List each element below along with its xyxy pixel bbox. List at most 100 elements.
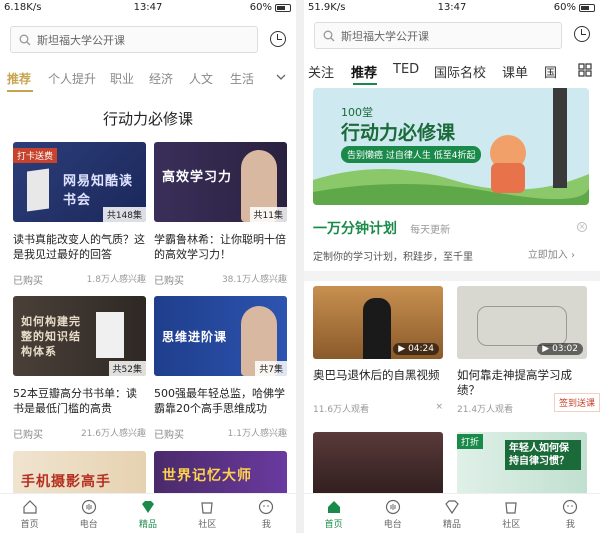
plan-title: 一万分钟计划 — [313, 221, 397, 237]
search-input[interactable]: 斯坦福大学公开课 — [314, 22, 562, 49]
video-card[interactable]: ▶ 04:24 奥巴马退休后的自黑视频 11.6万人观看 × — [313, 286, 443, 415]
category-tabs: 推荐 个人提升 职业 经济 人文 生活 — [0, 66, 296, 94]
course-title: 500强最年轻总监，哈佛学霸靠20个高手思维成功 — [154, 387, 285, 415]
purchased-label: 已购买 — [13, 276, 43, 287]
course-title: 读书真能改变人的气质？这是我见过最好的回答 — [13, 233, 145, 261]
episode-count: 共148集 — [102, 207, 146, 222]
episode-count: 共7集 — [255, 361, 287, 376]
course-title: 52本豆瓣高分书书单：读书是最低门槛的高贵 — [13, 387, 137, 415]
nav-premium[interactable]: 精品 — [422, 494, 481, 533]
book-illustration — [96, 312, 124, 358]
close-icon[interactable]: × — [577, 222, 587, 232]
radio-icon — [81, 499, 96, 515]
interest-count: 38.1万人感兴趣 — [221, 275, 287, 285]
interest-count: 1.1万人感兴趣 — [227, 429, 287, 439]
home-icon — [327, 501, 340, 513]
tab-economy[interactable]: 经济 — [149, 70, 173, 87]
nav-home[interactable]: 首页 — [304, 494, 363, 533]
tab-indicator — [353, 83, 377, 85]
duration-badge: ▶ 04:24 — [393, 343, 439, 355]
banner-title: 行动力必修课 — [341, 122, 456, 144]
tab-life[interactable]: 生活 — [230, 70, 254, 87]
nav-community[interactable]: 社区 — [178, 494, 237, 533]
video-thumbnail: ▶ 04:24 — [313, 286, 443, 359]
tab-universities[interactable]: 国际名校 — [434, 62, 486, 81]
screen-right: 51.9K/s 13:47 60% 斯坦福大学公开课 关注 推荐 TED 国际名… — [304, 0, 600, 533]
search-icon — [323, 30, 335, 41]
promo-banner[interactable]: 100堂 行动力必修课 告别懒癌 过自律人生 低至4折起 — [313, 88, 589, 205]
section-title: 行动力必修课 — [102, 110, 193, 128]
tab-recommend[interactable]: 推荐 — [7, 70, 31, 87]
checkin-button[interactable]: 签到送课 — [553, 393, 600, 412]
purchased-label: 已购买 — [13, 430, 43, 441]
tab-humanities[interactable]: 人文 — [189, 70, 213, 87]
course-cover: 高效学习力 共11集 — [154, 142, 287, 222]
tab-more[interactable]: 国 — [544, 62, 557, 81]
search-placeholder: 斯坦福大学公开课 — [341, 29, 429, 43]
radio-icon — [385, 499, 400, 515]
view-count: 21.4万人观看 — [457, 405, 514, 415]
purchased-label: 已购买 — [154, 276, 184, 287]
course-cover: 思维进阶课 共7集 — [154, 296, 287, 376]
badge: 打卡送费 — [13, 148, 58, 163]
screen-left: 6.18K/s 13:47 60% 斯坦福大学公开课 推荐 个人提升 职业 经济… — [0, 0, 296, 533]
banner-subtitle: 告别懒癌 过自律人生 低至4折起 — [341, 146, 482, 163]
nav-me[interactable]: 我 — [237, 494, 296, 533]
diamond-icon — [445, 500, 459, 515]
nav-radio[interactable]: 电台 — [363, 494, 422, 533]
search-placeholder: 斯坦福大学公开课 — [37, 33, 125, 47]
join-button[interactable]: 立即加入 › — [528, 246, 575, 261]
book-illustration — [27, 168, 49, 212]
nav-radio[interactable]: 电台 — [59, 494, 118, 533]
face-icon — [259, 499, 274, 515]
badge: 打折 — [457, 434, 484, 449]
dismiss-icon[interactable]: × — [435, 402, 443, 415]
course-card[interactable]: 打卡送费 网易知酷读书会 共148集 读书真能改变人的气质？这是我见过最好的回答… — [13, 142, 146, 287]
nav-premium[interactable]: 精品 — [118, 494, 177, 533]
battery-icon — [579, 3, 595, 12]
battery-percent: 60% — [249, 2, 272, 13]
episode-count: 共52集 — [108, 361, 146, 376]
section-divider — [304, 271, 600, 281]
cup-icon — [201, 502, 213, 514]
category-tabs: 关注 推荐 TED 国际名校 课单 国 — [304, 62, 600, 90]
tab-indicator — [7, 90, 33, 92]
tab-ted[interactable]: TED — [393, 62, 419, 77]
course-card[interactable]: 如何构建完整的知识结构体系 共52集 52本豆瓣高分书书单：读书是最低门槛的高贵… — [13, 296, 146, 441]
battery-percent: 60% — [553, 2, 576, 13]
tab-career[interactable]: 职业 — [110, 70, 134, 87]
plan-subtitle: 每天更新 — [410, 225, 451, 236]
diamond-icon — [142, 501, 154, 513]
history-icon[interactable] — [574, 26, 590, 42]
study-plan[interactable]: 一万分钟计划 每天更新 定制你的学习计划，积跬步，至千里 立即加入 › × — [313, 218, 589, 263]
view-count: 11.6万人观看 — [313, 405, 370, 415]
episode-count: 共11集 — [249, 207, 287, 222]
course-cover: 打卡送费 网易知酷读书会 共148集 — [13, 142, 146, 222]
search-input[interactable]: 斯坦福大学公开课 — [10, 26, 258, 53]
tab-recommend[interactable]: 推荐 — [351, 62, 377, 81]
tab-personal[interactable]: 个人提升 — [48, 70, 96, 87]
purchased-label: 已购买 — [154, 430, 184, 441]
bottom-nav: 首页 电台 精品 社区 我 — [0, 493, 296, 533]
nav-community[interactable]: 社区 — [482, 494, 541, 533]
tab-playlists[interactable]: 课单 — [502, 62, 528, 81]
course-card[interactable]: 高效学习力 共11集 学霸鲁林希：让你聪明十倍的高效学习力！ 已购买 38.1万人… — [154, 142, 287, 287]
grid-icon[interactable] — [578, 63, 592, 77]
duration-badge: ▶ 03:02 — [537, 343, 583, 355]
face-icon — [563, 499, 578, 515]
course-title: 学霸鲁林希：让你聪明十倍的高效学习力！ — [154, 233, 286, 261]
chevron-down-icon[interactable] — [276, 73, 286, 81]
tab-follow[interactable]: 关注 — [308, 62, 334, 81]
status-bar: 51.9K/s 13:47 60% — [304, 0, 600, 16]
nav-me[interactable]: 我 — [541, 494, 600, 533]
divider — [296, 0, 304, 533]
nav-home[interactable]: 首页 — [0, 494, 59, 533]
history-icon[interactable] — [270, 31, 286, 47]
course-card[interactable]: 思维进阶课 共7集 500强最年轻总监，哈佛学霸靠20个高手思维成功 已购买 1.… — [154, 296, 287, 441]
status-bar: 6.18K/s 13:47 60% — [0, 0, 296, 16]
search-icon — [19, 34, 31, 45]
cup-icon — [505, 502, 517, 514]
interest-count: 21.6万人感兴趣 — [80, 429, 146, 439]
home-icon — [22, 500, 37, 514]
video-title: 奥巴马退休后的自黑视频 — [313, 368, 440, 382]
